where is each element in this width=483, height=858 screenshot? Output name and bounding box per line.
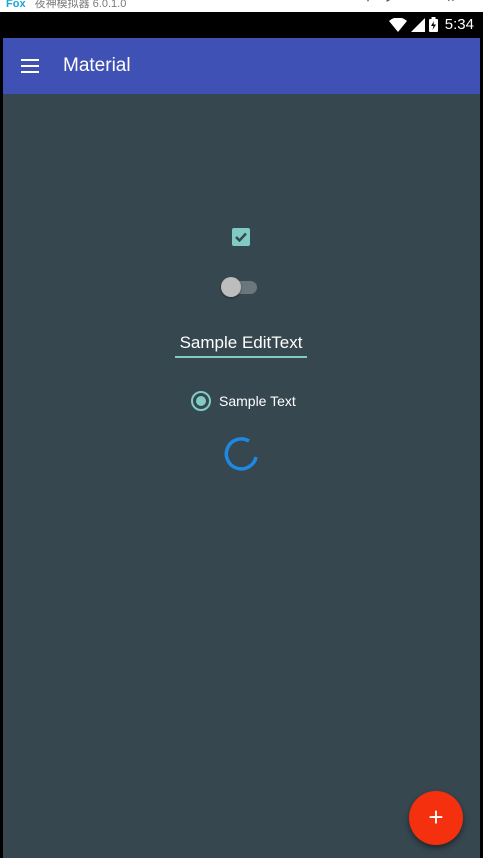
switch-thumb xyxy=(221,277,241,297)
emulator-window-controls[interactable]: ▪▾▸▪▪✕ xyxy=(346,0,471,5)
sample-edittext[interactable]: Sample EditText xyxy=(175,330,307,358)
radio-indicator xyxy=(191,391,211,411)
emulator-title-bar: Fox 夜神模拟器 6.0.1.0 ▪▾▸▪▪✕ xyxy=(0,0,483,12)
status-time: 5:34 xyxy=(444,16,474,33)
progress-spinner xyxy=(224,437,258,471)
emulator-logo: Fox xyxy=(6,0,26,10)
status-bar: 5:34 xyxy=(3,12,480,38)
app-title: Material xyxy=(63,55,131,76)
hamburger-menu-icon xyxy=(21,59,39,73)
add-fab-button[interactable]: + xyxy=(409,791,463,845)
battery-icon xyxy=(428,17,438,32)
sample-radio-button[interactable]: Sample Text xyxy=(191,390,296,412)
sample-checkbox[interactable] xyxy=(232,228,250,246)
signal-icon xyxy=(410,17,425,32)
device-screen: 5:34 Material Sample EditText Sample Tex… xyxy=(3,12,480,858)
wifi-icon xyxy=(388,17,407,32)
emulator-title: 夜神模拟器 6.0.1.0 xyxy=(34,0,127,10)
radio-label: Sample Text xyxy=(219,393,296,409)
check-icon xyxy=(235,232,247,243)
menu-button[interactable] xyxy=(18,54,42,78)
sample-switch[interactable] xyxy=(221,277,259,297)
app-bar: Material xyxy=(3,38,480,94)
